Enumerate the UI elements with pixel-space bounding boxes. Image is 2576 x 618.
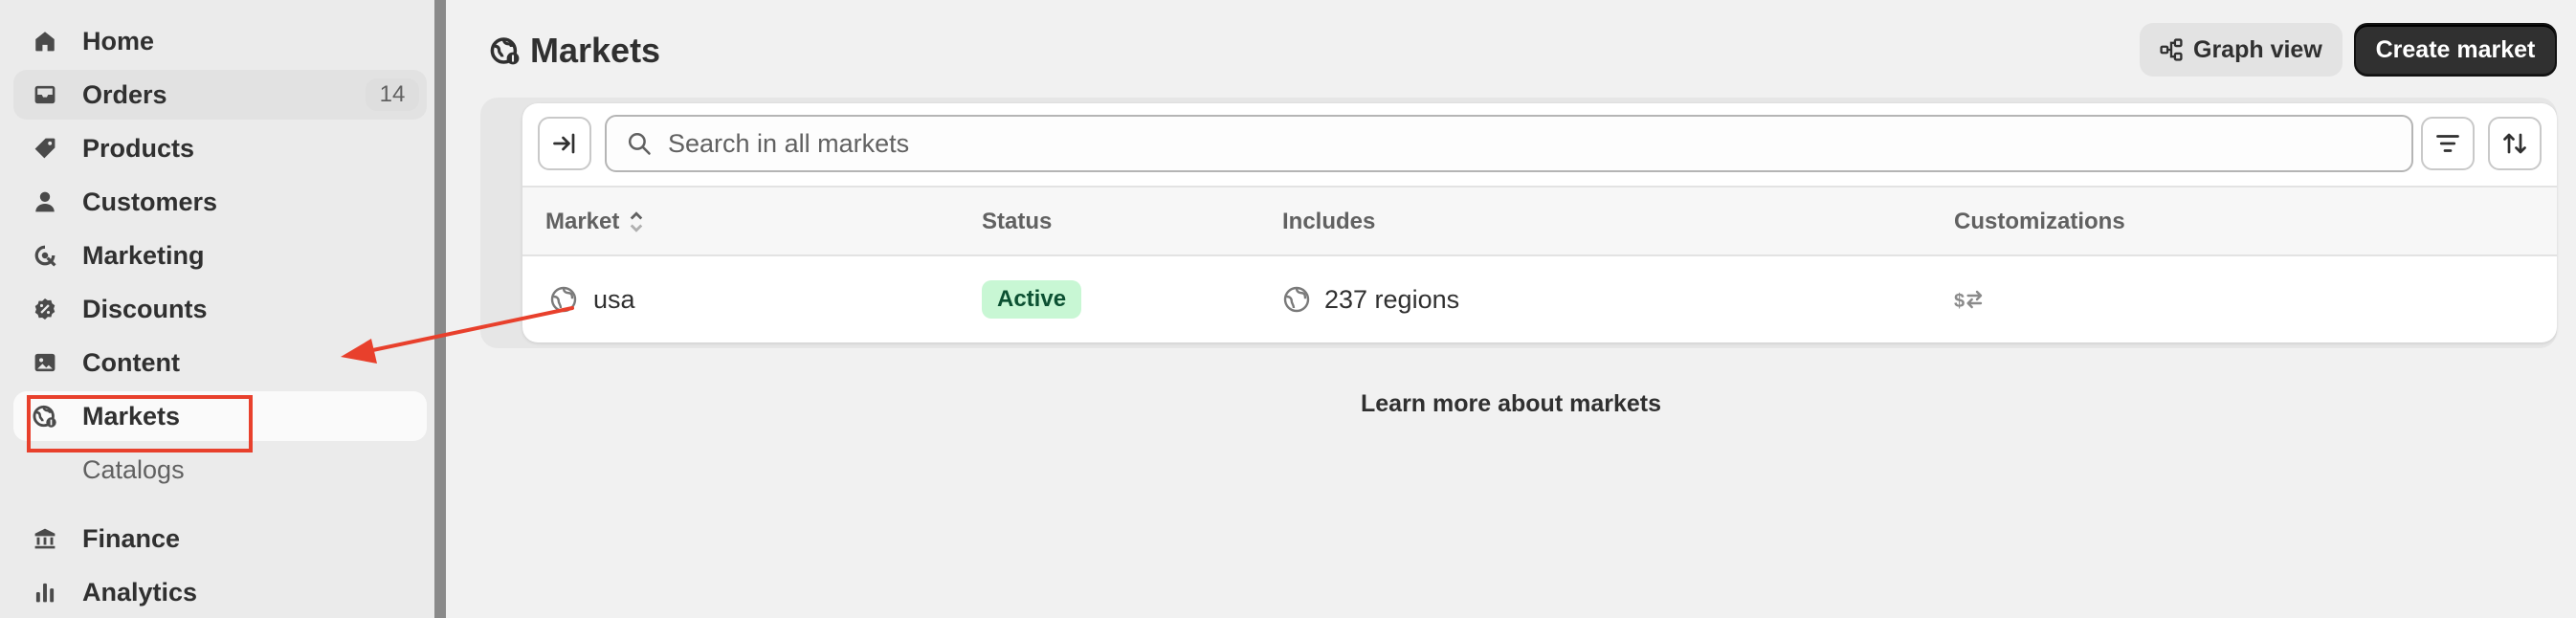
market-name[interactable]: usa [593,285,635,315]
annotation-highlight-box [27,395,253,452]
globe-icon [1282,285,1311,314]
image-icon [33,350,57,375]
sidebar-item-label: Discounts [82,295,208,323]
includes-cell: 237 regions [1282,256,1459,342]
sidebar-item-orders[interactable]: Orders 14 [13,70,427,120]
sidebar-item-home[interactable]: Home [13,16,427,66]
sidebar-item-analytics[interactable]: Analytics [13,567,427,617]
discount-icon [33,297,57,321]
filter-button[interactable] [2421,117,2475,170]
bank-icon [33,526,57,551]
bar-chart-icon [33,580,57,605]
person-icon [33,189,57,214]
page-header: Markets [490,27,660,75]
table-toolbar [522,103,2557,186]
sidebar-item-label: Products [82,134,195,163]
learn-more-link[interactable]: Learn more about markets [446,390,2576,418]
column-header-market[interactable]: Market [545,209,646,235]
sort-chevrons-icon [631,211,643,232]
annotation-arrow [341,306,574,364]
sidebar-item-marketing[interactable]: Marketing [13,231,427,280]
arrow-right-to-line-icon [550,129,579,158]
currency-exchange-icon: $ [1954,286,1985,313]
sidebar-item-label: Orders [82,80,167,109]
inbox-icon [33,82,57,107]
home-icon [33,29,57,54]
sidebar-item-customers[interactable]: Customers [13,177,427,227]
svg-text:$: $ [1954,291,1965,312]
sort-button[interactable] [2488,117,2542,170]
markets-table-card: Market Status Includes Customizations us… [522,103,2557,342]
regions-count: 237 regions [1324,284,1460,314]
status-cell: Active [982,256,1082,342]
sidebar-item-label: Finance [82,524,181,553]
sidebar-item-products[interactable]: Products [13,123,427,173]
target-icon [33,243,57,268]
sidebar-item-label: Home [82,27,155,55]
sidebar-item-label: Marketing [82,241,205,270]
sidebar-item-finance[interactable]: Finance [13,514,427,563]
search-icon [626,130,653,157]
filter-icon [2433,129,2462,158]
create-market-button[interactable]: Create market [2354,23,2557,77]
tag-icon [33,136,57,161]
column-header-includes: Includes [1282,209,1376,234]
page-title: Markets [530,31,661,70]
column-header-label: Market [545,209,620,234]
main-content: Markets Graph view Create market Search … [446,0,2576,618]
collapse-sidebar-button[interactable] [538,117,591,170]
search-field[interactable] [605,115,2413,172]
sidebar-item-label: Customers [82,188,218,216]
sidebar-item-label: Catalogs [82,455,185,484]
column-header-customizations: Customizations [1954,209,2125,234]
search-input[interactable] [668,128,2295,159]
sort-icon [2500,129,2529,158]
graph-view-button[interactable]: Graph view [2140,23,2343,77]
sidebar-item-label: Content [82,348,180,377]
table-header: Market Status Includes Customizations [522,186,2557,256]
count-badge: 14 [366,78,419,111]
status-badge: Active [982,280,1082,319]
column-header-status: Status [982,209,1053,234]
graph-icon [2159,37,2184,62]
graph-view-label: Graph view [2193,35,2322,63]
customizations-cell: $ [1954,256,1985,342]
sidebar-item-label: Analytics [82,578,198,607]
table-row[interactable]: usa Active 237 regions $ [522,256,2557,342]
globe-icon [490,35,521,66]
